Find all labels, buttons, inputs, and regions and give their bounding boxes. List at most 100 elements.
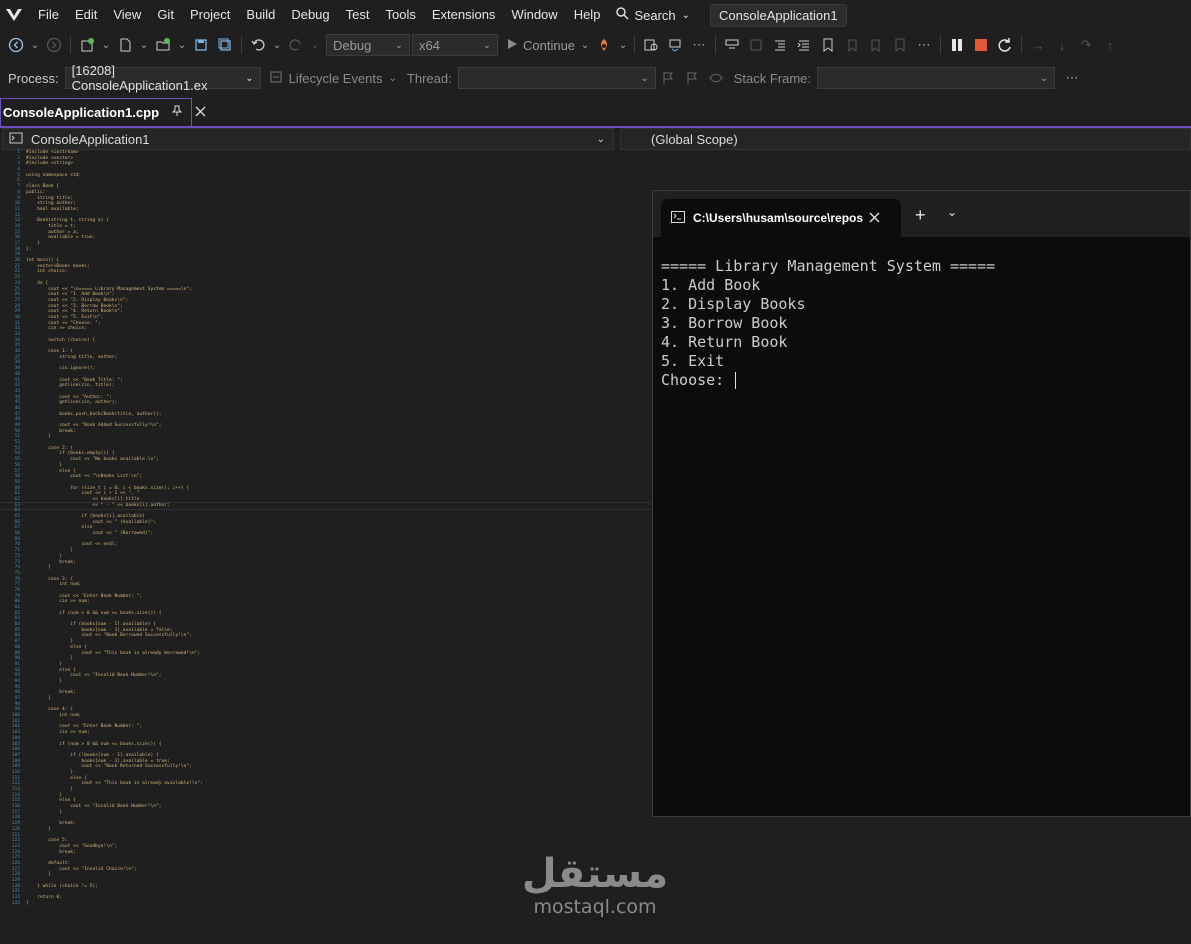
menu-edit[interactable]: Edit — [67, 0, 105, 30]
menu-window[interactable]: Window — [503, 0, 565, 30]
code-text: }; — [26, 246, 32, 252]
uncomment-icon[interactable] — [745, 34, 767, 56]
menu-git[interactable]: Git — [149, 0, 182, 30]
hot-reload-icon[interactable] — [593, 34, 615, 56]
pin-icon[interactable] — [171, 105, 183, 120]
next-bookmark-icon[interactable] — [865, 34, 887, 56]
configuration-select[interactable]: Debug ⌄ — [326, 34, 410, 56]
navigate-back-icon[interactable] — [5, 34, 27, 56]
tab-filename: ConsoleApplication1.cpp — [3, 105, 160, 120]
save-icon[interactable] — [190, 34, 212, 56]
chevron-down-icon[interactable]: ⌄ — [309, 34, 321, 56]
clear-bookmarks-icon[interactable] — [889, 34, 911, 56]
open-folder-icon[interactable] — [152, 34, 174, 56]
stack-frame-select[interactable]: ⌄ — [817, 67, 1056, 89]
code-text: cout << "\nBooks List:\n"; — [26, 474, 143, 480]
show-threads-icon[interactable] — [705, 67, 727, 89]
text-cursor — [735, 372, 737, 389]
redo-icon[interactable] — [285, 34, 307, 56]
more-icon[interactable]: ⋯ — [913, 34, 935, 56]
separator — [940, 36, 942, 54]
project-select[interactable]: ConsoleApplication1 ⌄ — [2, 128, 614, 150]
more-icon[interactable]: ⋯ — [1061, 67, 1083, 89]
code-text: cin.ignore(); — [26, 366, 96, 372]
menu-help[interactable]: Help — [566, 0, 609, 30]
menu-view[interactable]: View — [105, 0, 149, 30]
process-select[interactable]: [16208] ConsoleApplication1.ex ⌄ — [64, 63, 261, 93]
prev-bookmark-icon[interactable] — [841, 34, 863, 56]
search-icon — [616, 7, 629, 23]
watermark: مستقل mostaql.com — [520, 852, 670, 932]
menu-build[interactable]: Build — [238, 0, 283, 30]
show-next-statement-icon[interactable]: → — [1027, 34, 1049, 56]
new-file-icon[interactable] — [114, 34, 136, 56]
find-in-files-icon[interactable] — [640, 34, 662, 56]
save-all-icon[interactable] — [214, 34, 236, 56]
terminal-tab[interactable]: C:\Users\husam\source\repos — [661, 199, 901, 237]
flag-all-threads-icon[interactable] — [681, 67, 703, 89]
terminal-prompt: Choose: — [661, 371, 734, 389]
close-icon[interactable] — [869, 211, 880, 226]
chevron-down-icon[interactable]: ⌄ — [271, 34, 283, 56]
lifecycle-events-label: Lifecycle Events — [288, 70, 383, 86]
new-tab-icon[interactable]: + — [915, 205, 926, 226]
configuration-value: Debug — [333, 37, 372, 53]
tab-consoleapplication1-cpp[interactable]: ConsoleApplication1.cpp — [0, 98, 206, 126]
code-text: switch (choice) { — [26, 337, 96, 343]
undo-icon[interactable] — [247, 34, 269, 56]
code-text: } — [26, 565, 51, 571]
more-icon[interactable]: ⋯ — [688, 34, 710, 56]
pause-icon[interactable] — [946, 34, 968, 56]
step-over-icon[interactable]: ↷ — [1075, 34, 1097, 56]
chevron-down-icon[interactable]: ⌄ — [100, 34, 112, 56]
menu-test[interactable]: Test — [338, 0, 378, 30]
terminal-line: 4. Return Book — [661, 333, 788, 351]
menu-extensions[interactable]: Extensions — [424, 0, 504, 30]
step-into-icon[interactable]: ↓ — [1051, 34, 1073, 56]
terminal-prompt-line[interactable]: Choose: — [661, 371, 995, 390]
menu-debug[interactable]: Debug — [283, 0, 337, 30]
chevron-down-icon[interactable]: ⌄ — [617, 34, 629, 56]
lifecycle-events-button[interactable]: Lifecycle Events ⌄ — [283, 71, 397, 86]
menu-tools[interactable]: Tools — [377, 0, 423, 30]
code-text: } while (choice != 5); — [26, 883, 98, 889]
close-icon[interactable] — [195, 105, 206, 120]
step-out-icon[interactable]: ↑ — [1099, 34, 1121, 56]
code-text: } — [26, 434, 51, 440]
terminal-window[interactable]: C:\Users\husam\source\repos + ⌄ ===== Li… — [652, 190, 1191, 817]
scope-select[interactable]: (Global Scope) — [620, 128, 1191, 150]
visual-studio-logo-icon[interactable] — [4, 5, 24, 25]
chevron-down-icon: ⌄ — [681, 9, 691, 21]
process-value: [16208] ConsoleApplication1.ex — [71, 63, 208, 93]
browse-icon[interactable] — [664, 34, 686, 56]
thread-select[interactable]: ⌄ — [457, 67, 656, 89]
restart-icon[interactable] — [994, 34, 1016, 56]
menu-project[interactable]: Project — [182, 0, 238, 30]
project-name: ConsoleApplication1 — [31, 131, 150, 147]
terminal-icon — [671, 210, 685, 226]
code-text: } — [26, 696, 51, 701]
chevron-down-icon: ⌄ — [388, 72, 397, 84]
search-button[interactable]: Search ⌄ — [608, 7, 698, 23]
code-text: int num; — [26, 713, 82, 719]
comment-icon[interactable] — [721, 34, 743, 56]
indent-icon[interactable] — [793, 34, 815, 56]
stop-icon[interactable] — [970, 34, 992, 56]
bookmark-icon[interactable] — [817, 34, 839, 56]
chevron-down-icon[interactable]: ⌄ — [579, 34, 591, 56]
stack-frame-label: Stack Frame: — [733, 70, 812, 86]
outdent-icon[interactable] — [769, 34, 791, 56]
chevron-down-icon[interactable]: ⌄ — [29, 34, 41, 56]
terminal-line: 2. Display Books — [661, 295, 806, 313]
continue-button[interactable]: Continue — [506, 38, 575, 53]
navigate-forward-icon[interactable] — [43, 34, 65, 56]
code-text: #include <string> — [26, 161, 74, 167]
new-project-icon[interactable] — [76, 34, 98, 56]
chevron-down-icon: ⌄ — [640, 72, 649, 84]
platform-select[interactable]: x64 ⌄ — [412, 34, 498, 56]
chevron-down-icon[interactable]: ⌄ — [947, 205, 957, 219]
chevron-down-icon[interactable]: ⌄ — [176, 34, 188, 56]
chevron-down-icon[interactable]: ⌄ — [138, 34, 150, 56]
flag-thread-icon[interactable] — [657, 67, 679, 89]
menu-file[interactable]: File — [30, 0, 67, 30]
